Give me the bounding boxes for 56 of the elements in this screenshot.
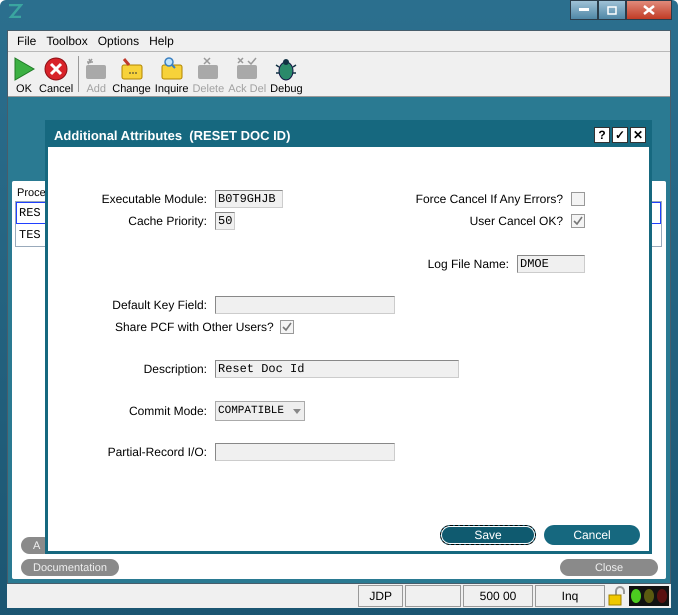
menu-item[interactable]: Help [144,34,179,48]
field-label: Cache Priority: [127,214,208,228]
maximize-button[interactable] [598,0,626,20]
status-cell: Inq [535,585,605,607]
toolbar-button[interactable]: Cancel [37,55,76,96]
field-label: Partial-Record I/O: [106,445,208,459]
close-icon [643,5,655,15]
menu-item[interactable]: File [12,34,42,48]
dialog-button[interactable]: Cancel [544,525,640,545]
status-cell: 500 00 [463,585,533,607]
field-label: Description: [142,362,208,376]
field-label: Force Cancel If Any Errors? [416,192,563,206]
input-field[interactable]: Reset Doc Id [215,360,459,378]
title-bar-button[interactable]: ✓ [612,127,628,143]
folder-icon [84,57,108,81]
column-header: Proce [16,187,46,199]
minimize-button[interactable] [570,0,598,20]
input-field[interactable] [215,296,395,314]
field-label: Log File Name: [428,257,509,271]
toolbar-button[interactable]: OK [11,55,37,96]
folder-icon [196,57,220,81]
field-label: Commit Mode: [128,404,208,418]
title-bar-button[interactable]: ✕ [630,127,646,143]
dropdown[interactable]: COMPATIBLE [215,401,306,421]
close-icon [44,57,68,81]
field-label: Executable Module: [100,192,208,206]
folder-icon [235,57,260,81]
input-field[interactable]: DMOE [517,255,585,273]
maximize-icon [607,6,617,14]
play-icon [13,57,35,81]
title-bar-button[interactable]: ? [594,127,610,143]
menu-item[interactable]: Toolbox [41,34,93,48]
bug-icon [275,57,298,81]
status-cell: JDP [358,585,403,607]
input-field[interactable] [215,443,395,461]
field-label: Default Key Field: [111,298,208,312]
menu-item[interactable]: Options [92,34,144,48]
checkbox[interactable] [571,214,585,228]
toolbar-button[interactable]: Change [110,55,153,96]
folder-search-icon [160,57,184,81]
lock-icon [607,586,627,606]
input-field[interactable]: 50 [215,212,235,230]
checkbox[interactable] [571,192,585,206]
folder-icon [120,57,144,81]
dialog-title: Additional Attributes (RESET DOC ID) [54,128,290,142]
status-lights-icon [629,586,669,606]
toolbar-button[interactable]: Debug [268,55,305,96]
app-logo [7,4,23,18]
checkbox[interactable] [280,320,294,334]
toolbar-button[interactable]: Inquire [152,55,190,96]
field-label: User Cancel OK? [470,214,563,228]
input-field[interactable]: B0T9GHJB [215,190,283,208]
dialog-button[interactable]: Save [440,525,536,545]
field-label: Share PCF with Other Users? [115,320,274,334]
minimize-icon [579,8,589,12]
close-button[interactable] [626,0,672,20]
